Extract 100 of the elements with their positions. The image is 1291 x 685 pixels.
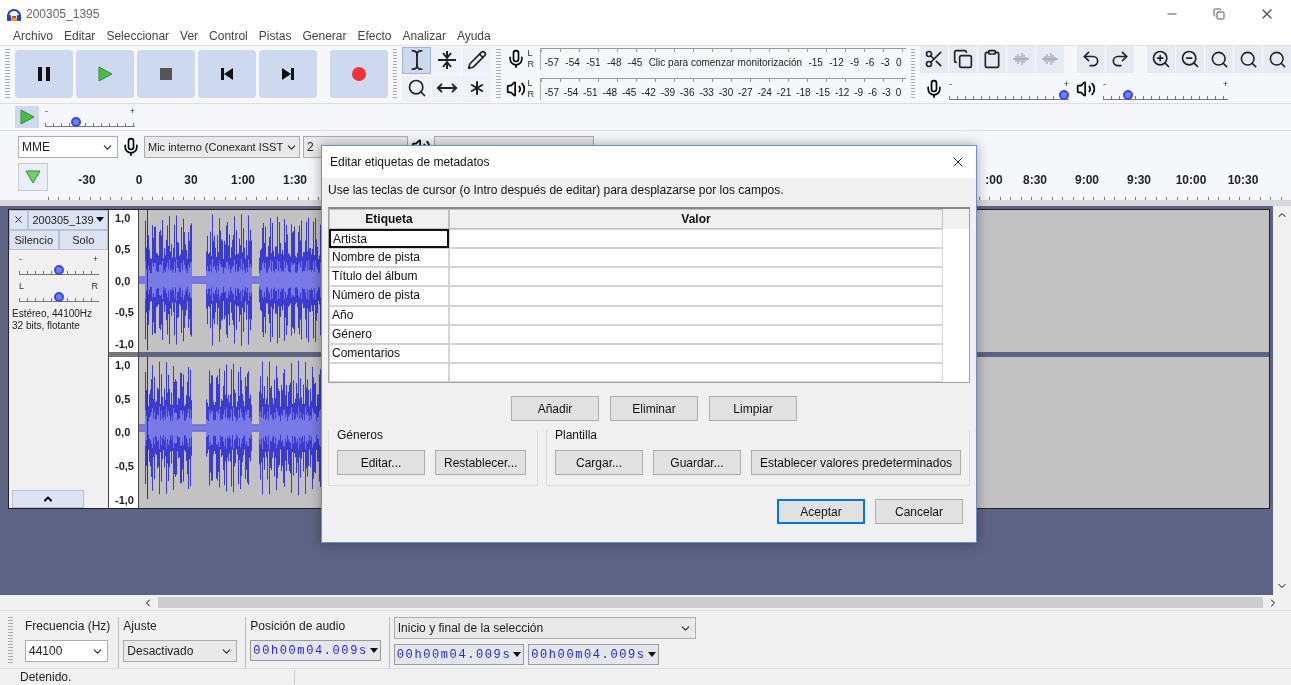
- selection-mode-dropdown[interactable]: Inicio y final de la selección: [393, 617, 696, 640]
- pencil-icon: [466, 50, 487, 71]
- undo-icon: [1081, 49, 1101, 70]
- tag-cell[interactable]: [329, 362, 449, 382]
- dialog-button[interactable]: Limpiar: [709, 396, 797, 421]
- input-device-dropdown[interactable]: Mic interno (Conexant ISST: [144, 136, 300, 159]
- tag-cell[interactable]: Título del álbum: [329, 267, 449, 287]
- tool-button[interactable]: [462, 74, 491, 102]
- status-text: Detenido.: [0, 670, 295, 684]
- play-at-speed-button[interactable]: [15, 105, 39, 128]
- close-track-button[interactable]: [9, 209, 28, 230]
- meter-scale[interactable]: -57 -54 -51 -48 -45 Clic para comenzar monitorización -15 -12 -9 -6 -3 0: [539, 48, 906, 71]
- toolbar-button[interactable]: [1077, 45, 1105, 73]
- tool-button[interactable]: [402, 74, 431, 102]
- menu-item[interactable]: Generar: [302, 29, 347, 44]
- meter-hint: Clic para comenzar monitorización: [648, 57, 803, 69]
- time-field[interactable]: 00h00m04.009s: [393, 644, 525, 666]
- tool-button[interactable]: [432, 46, 461, 74]
- vertical-scrollbar[interactable]: [1273, 205, 1291, 596]
- tag-cell[interactable]: Género: [329, 324, 449, 344]
- menu-item[interactable]: Control: [209, 29, 248, 44]
- scissors-icon: [924, 49, 944, 70]
- meter-label: -48: [602, 87, 618, 99]
- value-cell[interactable]: [449, 229, 943, 249]
- slider-thumb[interactable]: [54, 291, 64, 302]
- menu-item[interactable]: Archivo: [13, 29, 53, 44]
- value-cell[interactable]: [449, 362, 943, 382]
- window-title: 200305_1395: [26, 6, 100, 21]
- field-label: Posición de audio: [250, 618, 347, 636]
- menu-item[interactable]: Ver: [180, 29, 199, 44]
- time-label: 10:30: [1226, 173, 1260, 188]
- toolbar-button[interactable]: [1263, 45, 1291, 73]
- play-head-button[interactable]: [18, 162, 48, 191]
- value-cell[interactable]: [449, 248, 943, 268]
- toolbar-button[interactable]: [1106, 45, 1134, 73]
- menu-item[interactable]: Analizar: [402, 29, 446, 44]
- slider-thumb[interactable]: [1059, 89, 1069, 100]
- meter-label: 0: [895, 87, 902, 99]
- menu-item[interactable]: Ayuda: [456, 29, 491, 44]
- time-label: -30: [77, 173, 97, 188]
- time-field[interactable]: 00h00m04.009s: [528, 644, 659, 666]
- speaker-icon[interactable]: [505, 79, 526, 100]
- menu-item[interactable]: Seleccionar: [106, 29, 170, 44]
- track-name-menu[interactable]: 200305_139: [28, 209, 108, 230]
- slider-thumb[interactable]: [54, 264, 64, 275]
- meter-scale[interactable]: -57 -54 -51 -48 -45 -42 -39 -36 -33 -30 -27 -24 -21 -18 -15 -12 -9 -6 -3 0: [539, 78, 906, 101]
- dialog-button[interactable]: Editar...: [337, 450, 425, 475]
- time-label: 8:30: [1022, 173, 1048, 188]
- toolbar-button[interactable]: [949, 45, 977, 73]
- rate-dropdown[interactable]: 44100: [25, 640, 108, 663]
- meter-label: -3: [881, 87, 891, 99]
- restore-icon[interactable]: [1213, 7, 1225, 20]
- dialog-button[interactable]: Guardar...: [653, 450, 741, 475]
- toolbar-button[interactable]: [1205, 45, 1233, 73]
- tool-button[interactable]: [462, 46, 491, 74]
- time-label: 9:30: [1126, 173, 1152, 188]
- value-cell[interactable]: [449, 343, 943, 363]
- transport-button[interactable]: [258, 50, 317, 99]
- slider-thumb[interactable]: [1122, 89, 1133, 100]
- value-cell[interactable]: [449, 324, 943, 344]
- toolbar-button[interactable]: [1147, 45, 1175, 73]
- caret-icon: [647, 652, 656, 658]
- dialog-button[interactable]: Cargar...: [555, 450, 643, 475]
- value-cell[interactable]: [449, 286, 943, 306]
- scrollbar-thumb[interactable]: [158, 597, 1263, 609]
- toolbar-button[interactable]: [1176, 45, 1204, 73]
- tag-cell[interactable]: Nombre de pista: [329, 248, 449, 268]
- menu-item[interactable]: Editar: [64, 29, 96, 44]
- tool-button[interactable]: [402, 46, 431, 74]
- tag-cell[interactable]: Artista: [329, 229, 449, 249]
- menu-item[interactable]: Efecto: [357, 29, 392, 44]
- tool-button[interactable]: [432, 74, 461, 102]
- dialog-button[interactable]: Aceptar: [777, 499, 865, 524]
- slider-thumb[interactable]: [71, 117, 82, 128]
- value-cell[interactable]: [449, 305, 943, 325]
- menu-item[interactable]: Pistas: [258, 29, 292, 44]
- value-cell[interactable]: [449, 267, 943, 287]
- time-field[interactable]: 00h00m04.009s: [250, 640, 381, 662]
- transport-button[interactable]: [136, 50, 195, 99]
- dialog-button[interactable]: Establecer valores predeterminados: [751, 450, 961, 475]
- track-info: Estéreo, 44100Hz: [11, 307, 94, 320]
- host-dropdown[interactable]: MME: [18, 136, 118, 159]
- tag-cell[interactable]: Número de pista: [329, 286, 449, 306]
- meter-label: -30: [718, 87, 734, 99]
- snap-dropdown[interactable]: Desactivado: [123, 640, 238, 663]
- tag-cell[interactable]: Año: [329, 305, 449, 325]
- toolbar-button[interactable]: [920, 45, 948, 73]
- meter-label: -15: [815, 87, 830, 99]
- dialog-button[interactable]: Añadir: [511, 396, 599, 421]
- meter-label: -57: [544, 87, 559, 99]
- dialog-button[interactable]: Restablecer...: [435, 450, 527, 475]
- speaker-icon: [1076, 79, 1096, 100]
- tag-cell[interactable]: Comentarios: [329, 343, 449, 363]
- dialog-button[interactable]: Eliminar: [610, 396, 698, 421]
- transport-button[interactable]: [14, 50, 73, 99]
- toolbar-button[interactable]: [1234, 45, 1262, 73]
- track-button[interactable]: Silencio: [9, 229, 59, 250]
- toolbar-button[interactable]: [978, 45, 1006, 73]
- transport-button[interactable]: [197, 50, 256, 99]
- dialog-button[interactable]: Cancelar: [875, 499, 963, 524]
